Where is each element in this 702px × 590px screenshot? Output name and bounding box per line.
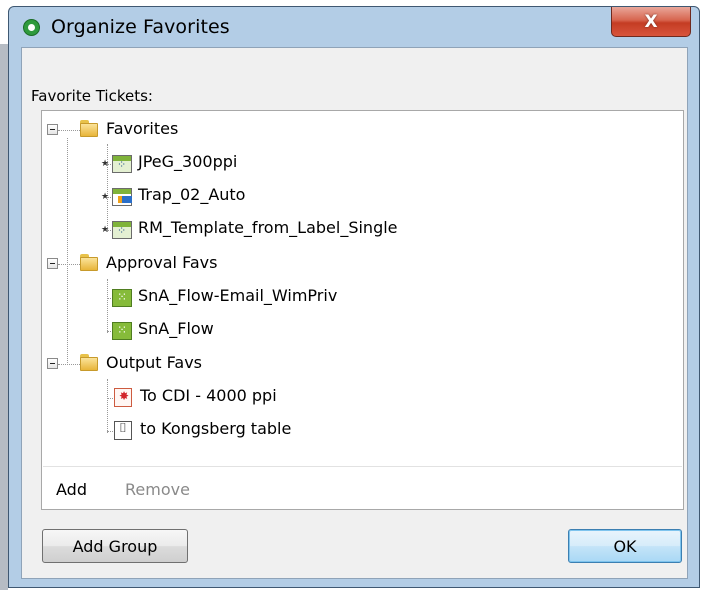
tree-item-to-cdi[interactable]: To CDI - 4000 ppi bbox=[42, 385, 442, 409]
tree-item-sna-flow[interactable]: SnA_Flow bbox=[42, 318, 342, 342]
kongsberg-icon bbox=[114, 421, 132, 440]
dialog-title: Organize Favorites bbox=[51, 16, 230, 38]
tree-item-trap[interactable]: ★ Trap_02_Auto bbox=[42, 184, 342, 208]
close-button[interactable]: X bbox=[611, 7, 691, 37]
background-window-edge bbox=[0, 44, 8, 590]
flow-icon bbox=[112, 289, 132, 307]
folder-icon bbox=[80, 354, 98, 371]
ticket-label: JPeG_300ppi bbox=[138, 152, 238, 171]
tree-line bbox=[58, 364, 80, 365]
grid-ticket-icon bbox=[112, 155, 132, 173]
add-link[interactable]: Add bbox=[56, 480, 87, 499]
remove-link[interactable]: Remove bbox=[125, 480, 190, 499]
tree-item-jpeg[interactable]: ★ JPeG_300ppi bbox=[42, 151, 342, 175]
collapse-icon[interactable] bbox=[47, 124, 58, 135]
tree-item-rm-template[interactable]: ★ RM_Template_from_Label_Single bbox=[42, 217, 542, 241]
ticket-label: RM_Template_from_Label_Single bbox=[138, 218, 398, 237]
ticket-label: SnA_Flow-Email_WimPriv bbox=[138, 286, 338, 305]
group-label: Approval Favs bbox=[106, 253, 218, 272]
ticket-label: Trap_02_Auto bbox=[138, 185, 246, 204]
star-icon: ★ bbox=[101, 159, 110, 169]
add-group-button[interactable]: Add Group bbox=[42, 529, 188, 563]
ticket-label: To CDI - 4000 ppi bbox=[140, 386, 277, 405]
favorite-tickets-label: Favorite Tickets: bbox=[31, 87, 153, 105]
tree-item-sna-flow-email[interactable]: SnA_Flow-Email_WimPriv bbox=[42, 285, 442, 309]
cdi-icon bbox=[114, 388, 132, 407]
ticket-label: SnA_Flow bbox=[138, 319, 214, 338]
folder-icon bbox=[80, 254, 98, 271]
collapse-icon[interactable] bbox=[47, 258, 58, 269]
collapse-icon[interactable] bbox=[47, 358, 58, 369]
flow-icon bbox=[112, 322, 132, 340]
divider bbox=[43, 466, 682, 467]
tree-item-kongsberg[interactable]: to Kongsberg table bbox=[42, 418, 442, 442]
star-icon: ★ bbox=[101, 192, 110, 202]
close-icon: X bbox=[644, 11, 658, 32]
ticket-label: to Kongsberg table bbox=[140, 419, 292, 438]
tree-group-favorites[interactable]: Favorites bbox=[42, 118, 242, 142]
tree-line bbox=[58, 264, 80, 265]
tree-group-approval-favs[interactable]: Approval Favs bbox=[42, 252, 292, 276]
tree-line bbox=[58, 130, 80, 131]
app-icon bbox=[23, 19, 40, 36]
folder-icon bbox=[80, 120, 98, 137]
star-icon: ★ bbox=[101, 225, 110, 235]
favorites-tree[interactable]: Favorites ★ JPeG_300ppi ★ Trap_02_Auto ★… bbox=[41, 110, 684, 510]
ok-button[interactable]: OK bbox=[568, 529, 682, 563]
group-label: Favorites bbox=[106, 119, 179, 138]
grid-ticket-icon bbox=[112, 221, 132, 239]
title-bar[interactable]: Organize Favorites X bbox=[9, 7, 699, 47]
trap-ticket-icon bbox=[112, 188, 132, 206]
group-label: Output Favs bbox=[106, 353, 203, 372]
tree-group-output-favs[interactable]: Output Favs bbox=[42, 352, 292, 376]
